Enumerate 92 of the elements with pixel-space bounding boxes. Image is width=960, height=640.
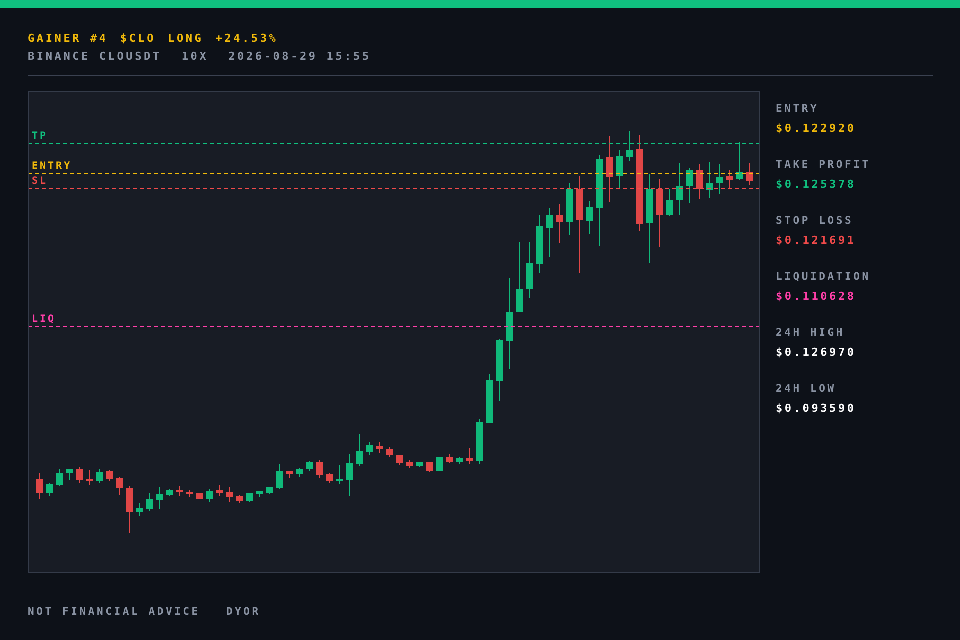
candlestick bbox=[606, 136, 614, 202]
candlestick bbox=[96, 468, 104, 484]
stat-label: ENTRY bbox=[776, 102, 820, 116]
candlestick bbox=[246, 492, 254, 502]
candlestick bbox=[366, 442, 374, 456]
stat-value: $0.093590 bbox=[776, 402, 858, 416]
signal-title: GAINER #4 bbox=[28, 31, 108, 47]
candlestick bbox=[546, 208, 554, 258]
candlestick bbox=[276, 464, 284, 490]
stat-label: 24H HIGH bbox=[776, 326, 846, 340]
candlestick bbox=[726, 170, 734, 190]
candlestick bbox=[536, 214, 544, 274]
candlestick bbox=[556, 204, 564, 244]
disclaimer-text: NOT FINANCIAL ADVICE bbox=[28, 606, 200, 618]
candlestick bbox=[286, 470, 294, 478]
candlestick bbox=[626, 130, 634, 162]
candlestick bbox=[736, 142, 744, 180]
candlestick bbox=[586, 200, 594, 234]
exchange-pair: BINANCE CLOUSDT bbox=[28, 49, 162, 65]
candlestick bbox=[306, 460, 314, 472]
candlestick bbox=[666, 188, 674, 216]
candlestick bbox=[56, 468, 64, 486]
stat-label: STOP LOSS bbox=[776, 214, 855, 228]
stat-value: $0.126970 bbox=[776, 346, 858, 360]
candlestick bbox=[716, 164, 724, 194]
candlestick bbox=[36, 472, 44, 500]
candlestick bbox=[316, 460, 324, 478]
candlestick bbox=[46, 482, 54, 496]
candlestick bbox=[106, 470, 114, 482]
leverage: 10X bbox=[182, 49, 209, 65]
candlestick bbox=[656, 178, 664, 248]
candlestick bbox=[706, 162, 714, 198]
candlestick bbox=[216, 484, 224, 496]
stat-value: $0.121691 bbox=[776, 234, 858, 248]
candlestick bbox=[616, 150, 624, 190]
stat-label: LIQUIDATION bbox=[776, 270, 871, 284]
candlestick bbox=[686, 168, 694, 204]
candlestick bbox=[136, 502, 144, 516]
candlestick bbox=[176, 486, 184, 496]
candlestick bbox=[466, 448, 474, 464]
candlestick bbox=[226, 486, 234, 502]
level-label: ENTRY bbox=[32, 161, 72, 172]
candlestick bbox=[146, 492, 154, 512]
candlestick bbox=[396, 454, 404, 466]
candlestick bbox=[486, 374, 494, 424]
candlestick bbox=[186, 490, 194, 498]
candlestick bbox=[196, 492, 204, 500]
candlestick bbox=[66, 468, 74, 480]
candlestick bbox=[76, 466, 84, 484]
candlestick bbox=[266, 486, 274, 494]
candlestick bbox=[416, 462, 424, 468]
candlestick bbox=[456, 456, 464, 464]
candlestick bbox=[496, 338, 504, 402]
candlestick bbox=[476, 418, 484, 464]
candlestick bbox=[566, 182, 574, 236]
candlestick bbox=[426, 462, 434, 472]
timestamp: 2026-08-29 15:55 bbox=[228, 49, 372, 65]
candlestick bbox=[346, 454, 354, 496]
candlestick bbox=[406, 460, 414, 468]
position-side: LONG bbox=[168, 31, 204, 47]
level-label: TP bbox=[32, 131, 48, 142]
candlestick bbox=[116, 476, 124, 496]
stat-value: $0.125378 bbox=[776, 178, 858, 192]
disclaimer-text: DYOR bbox=[226, 606, 261, 618]
candlestick bbox=[326, 472, 334, 484]
candlestick bbox=[676, 162, 684, 216]
candlestick bbox=[446, 454, 454, 464]
candlestick bbox=[376, 442, 384, 454]
candlestick bbox=[126, 486, 134, 534]
percent-change: +24.53% bbox=[216, 31, 278, 47]
candlestick bbox=[256, 490, 264, 498]
candlestick bbox=[516, 242, 524, 312]
level-label: LIQ bbox=[32, 314, 56, 325]
candlestick bbox=[386, 446, 394, 458]
candlestick bbox=[356, 434, 364, 466]
ticker-symbol: $CLO bbox=[120, 31, 156, 47]
candlestick bbox=[746, 162, 754, 186]
candlestick bbox=[86, 470, 94, 486]
level-label: SL bbox=[32, 176, 48, 187]
stat-value: $0.110628 bbox=[776, 290, 858, 304]
stat-label: TAKE PROFIT bbox=[776, 158, 871, 172]
stat-value: $0.122920 bbox=[776, 122, 858, 136]
candlestick bbox=[206, 488, 214, 502]
candlestick bbox=[156, 486, 164, 510]
candlestick bbox=[526, 242, 534, 298]
candlestick bbox=[436, 456, 444, 472]
stat-label: 24H LOW bbox=[776, 382, 838, 396]
candlestick bbox=[336, 464, 344, 484]
candlestick bbox=[166, 488, 174, 496]
candlestick bbox=[236, 494, 244, 504]
candlestick bbox=[696, 164, 704, 200]
candlestick bbox=[296, 468, 304, 478]
